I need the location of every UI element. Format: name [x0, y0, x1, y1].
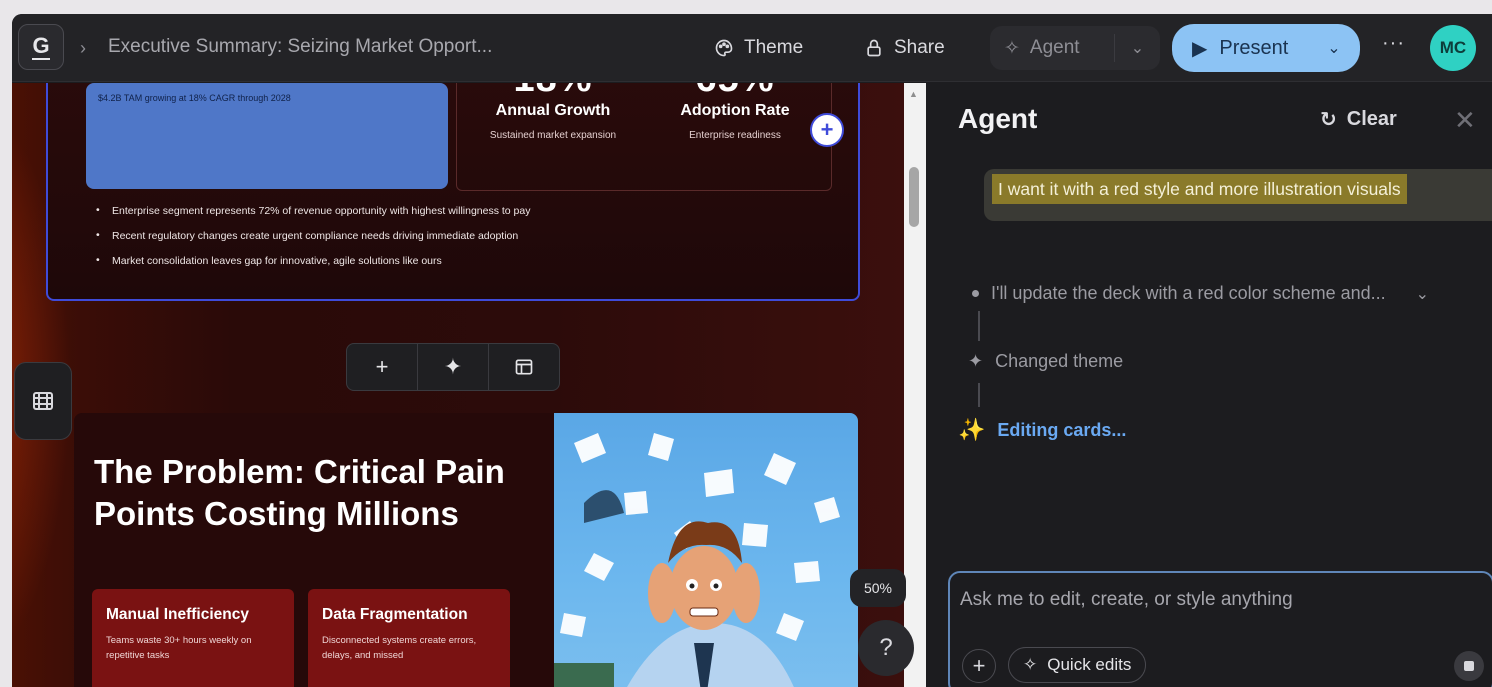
chevron-down-icon[interactable]: ⌄: [1115, 38, 1160, 58]
scroll-up-icon[interactable]: ▲: [909, 89, 918, 99]
avatar[interactable]: MC: [1430, 25, 1476, 71]
chevron-right-icon[interactable]: ›: [80, 38, 86, 59]
agent-button[interactable]: ✧ Agent: [990, 37, 1114, 60]
doc-title[interactable]: Executive Summary: Seizing Market Opport…: [108, 36, 492, 58]
layout-icon: [515, 359, 533, 375]
tam-text: $4.2B TAM growing at 18% CAGR through 20…: [98, 93, 291, 103]
sparkle-icon: ✧: [1004, 37, 1020, 59]
app-logo[interactable]: G: [18, 24, 64, 70]
stat-sub: Enterprise readiness: [689, 130, 781, 141]
palette-icon: [715, 39, 733, 57]
user-message-text: I want it with a red style and more illu…: [992, 174, 1407, 204]
scroll-thumb[interactable]: [909, 167, 919, 227]
list-item: Market consolidation leaves gap for inno…: [94, 254, 530, 267]
agent-button-group: ✧ Agent ⌄: [990, 26, 1160, 70]
share-button[interactable]: Share: [852, 28, 957, 68]
quick-edits-label: Quick edits: [1047, 655, 1132, 674]
bullet-list: Enterprise segment represents 72% of rev…: [94, 204, 530, 280]
share-label: Share: [894, 37, 945, 58]
present-label: Present: [1219, 36, 1289, 59]
stat-annual-growth: 18% Annual Growth Sustained market expan…: [463, 83, 643, 141]
agent-label: Agent: [1029, 37, 1080, 58]
stat-adoption-rate: 65% Adoption Rate Enterprise readiness: [645, 83, 825, 141]
panel-title: Agent: [958, 103, 1038, 134]
add-block-icon[interactable]: +: [810, 113, 844, 147]
list-item: Recent regulatory changes create urgent …: [94, 229, 530, 242]
step-text: Changed theme: [995, 351, 1124, 371]
logo-letter: G: [32, 32, 50, 60]
layout-button[interactable]: [489, 344, 559, 390]
help-button[interactable]: ?: [858, 620, 914, 676]
bullet-dot: [972, 290, 979, 297]
stat-label: Annual Growth: [495, 102, 611, 119]
agent-panel: Agent ↻ Clear ✕ I want it with a red sty…: [934, 83, 1492, 687]
agent-prompt-input[interactable]: [960, 585, 1480, 615]
illustration-art: [554, 433, 840, 687]
slide-title: The Problem: Critical Pain Points Costin…: [94, 453, 505, 532]
user-message: I want it with a red style and more illu…: [984, 169, 1492, 221]
ai-generate-button[interactable]: ✦: [418, 344, 489, 390]
clear-label: Clear: [1346, 108, 1397, 130]
card-toolbar: + ✦: [346, 343, 560, 391]
app-window: G › Executive Summary: Seizing Market Op…: [12, 14, 1492, 687]
pain-desc: Teams waste 30+ hours weekly on repetiti…: [106, 635, 252, 661]
pain-heading: Data Fragmentation: [322, 606, 468, 623]
pain-heading: Manual Inefficiency: [106, 606, 249, 623]
agent-step-editing: ✨ Editing cards...: [958, 417, 1126, 443]
slide-card-selected[interactable]: $4.2B TAM growing at 18% CAGR through 20…: [46, 83, 860, 301]
stat-value: 18%: [463, 83, 643, 98]
zoom-level[interactable]: 50%: [850, 569, 906, 607]
present-button-group: ▶ Present ⌄: [1172, 24, 1360, 72]
timeline-line: [978, 383, 980, 407]
agent-step-plan[interactable]: I'll update the deck with a red color sc…: [964, 283, 1429, 304]
pain-card: Data Fragmentation Disconnected systems …: [308, 589, 510, 687]
slide-card[interactable]: The Problem: Critical Pain Points Costin…: [74, 413, 858, 687]
lock-icon: [867, 39, 881, 57]
step-text: I'll update the deck with a red color sc…: [991, 283, 1386, 303]
add-card-button[interactable]: +: [347, 344, 418, 390]
attach-button[interactable]: +: [962, 649, 996, 683]
sparkle-icon: ✨: [958, 417, 986, 442]
film-icon: [33, 392, 53, 410]
chevron-down-icon[interactable]: ⌄: [1314, 38, 1354, 58]
chevron-down-icon[interactable]: ⌄: [1416, 284, 1429, 304]
canvas-scrollbar[interactable]: ▲: [904, 83, 926, 687]
slide-canvas: $4.2B TAM growing at 18% CAGR through 20…: [12, 83, 904, 687]
theme-label: Theme: [744, 37, 804, 58]
agent-step-theme: ✦ Changed theme: [968, 351, 1123, 372]
top-bar: G › Executive Summary: Seizing Market Op…: [12, 14, 1492, 82]
sparkle-icon: ✦: [968, 351, 984, 371]
more-options-icon[interactable]: ···: [1382, 32, 1405, 55]
stressed-man-illustration[interactable]: [554, 413, 858, 687]
agent-composer: + ✧ Quick edits: [948, 571, 1492, 687]
close-icon[interactable]: ✕: [1454, 105, 1476, 136]
refresh-icon: ↻: [1320, 109, 1337, 131]
stop-icon: [1464, 661, 1474, 671]
pain-desc: Disconnected systems create errors, dela…: [322, 635, 477, 661]
theme-button[interactable]: Theme: [702, 28, 815, 68]
sparkle-icon: ✧: [1023, 655, 1038, 674]
stat-label: Adoption Rate: [680, 102, 790, 119]
list-item: Enterprise segment represents 72% of rev…: [94, 204, 530, 217]
filmstrip-toggle-button[interactable]: [14, 362, 72, 440]
stats-box: 18% Annual Growth Sustained market expan…: [456, 83, 832, 191]
step-text: Editing cards...: [997, 419, 1127, 440]
present-button[interactable]: ▶ Present: [1172, 36, 1314, 61]
play-icon: ▶: [1192, 37, 1208, 60]
quick-edits-button[interactable]: ✧ Quick edits: [1008, 647, 1147, 683]
stat-value: 65%: [645, 83, 825, 98]
clear-button[interactable]: ↻ Clear: [1320, 107, 1397, 132]
sparkle-icon: ✦: [443, 354, 463, 379]
stop-button[interactable]: [1454, 651, 1484, 681]
pain-card: Manual Inefficiency Teams waste 30+ hour…: [92, 589, 294, 687]
plus-icon: +: [972, 653, 986, 678]
stat-sub: Sustained market expansion: [489, 130, 617, 141]
plus-icon: +: [375, 354, 389, 379]
timeline-line: [978, 311, 980, 341]
tam-box: $4.2B TAM growing at 18% CAGR through 20…: [86, 83, 448, 189]
